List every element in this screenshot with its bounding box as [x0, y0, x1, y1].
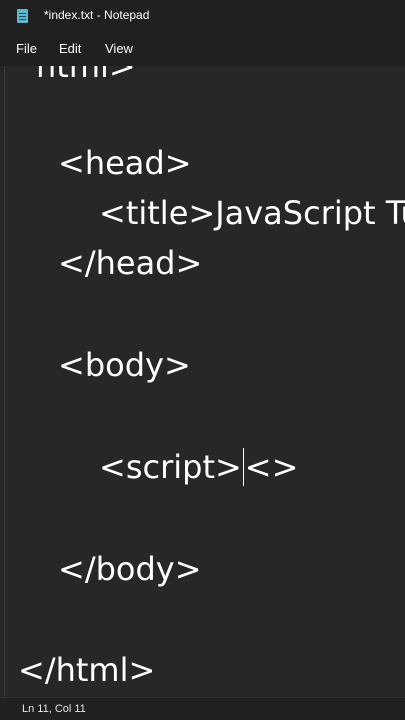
- code-line-html-open: html>: [36, 66, 136, 85]
- code-line-head-open: <head>: [58, 144, 192, 182]
- code-line-head-close: </head>: [58, 244, 203, 282]
- code-line-title: <title>JavaScript Tu: [99, 194, 405, 232]
- code-line-body-open: <body>: [58, 346, 191, 384]
- menu-edit[interactable]: Edit: [59, 41, 81, 56]
- status-bar: Ln 11, Col 11: [0, 697, 405, 720]
- text-editor[interactable]: html> <head> <title>JavaScript Tu </head…: [4, 66, 405, 697]
- typed-brackets: <>: [244, 448, 299, 486]
- script-tag-text: <script>: [99, 448, 242, 486]
- cursor-position: Ln 11, Col 11: [22, 703, 86, 715]
- menu-file[interactable]: File: [16, 41, 37, 56]
- menu-bar: File Edit View: [0, 33, 405, 66]
- menu-view[interactable]: View: [105, 41, 133, 56]
- notepad-icon: [17, 9, 28, 23]
- code-line-html-close: </html>: [18, 651, 156, 689]
- text-caret: [242, 448, 244, 486]
- code-line-body-close: </body>: [58, 550, 202, 588]
- code-line-script: <script><>: [99, 447, 298, 487]
- title-bar[interactable]: *index.txt - Notepad: [0, 0, 405, 33]
- notepad-window: *index.txt - Notepad File Edit View html…: [0, 0, 405, 720]
- window-title: *index.txt - Notepad: [44, 8, 150, 22]
